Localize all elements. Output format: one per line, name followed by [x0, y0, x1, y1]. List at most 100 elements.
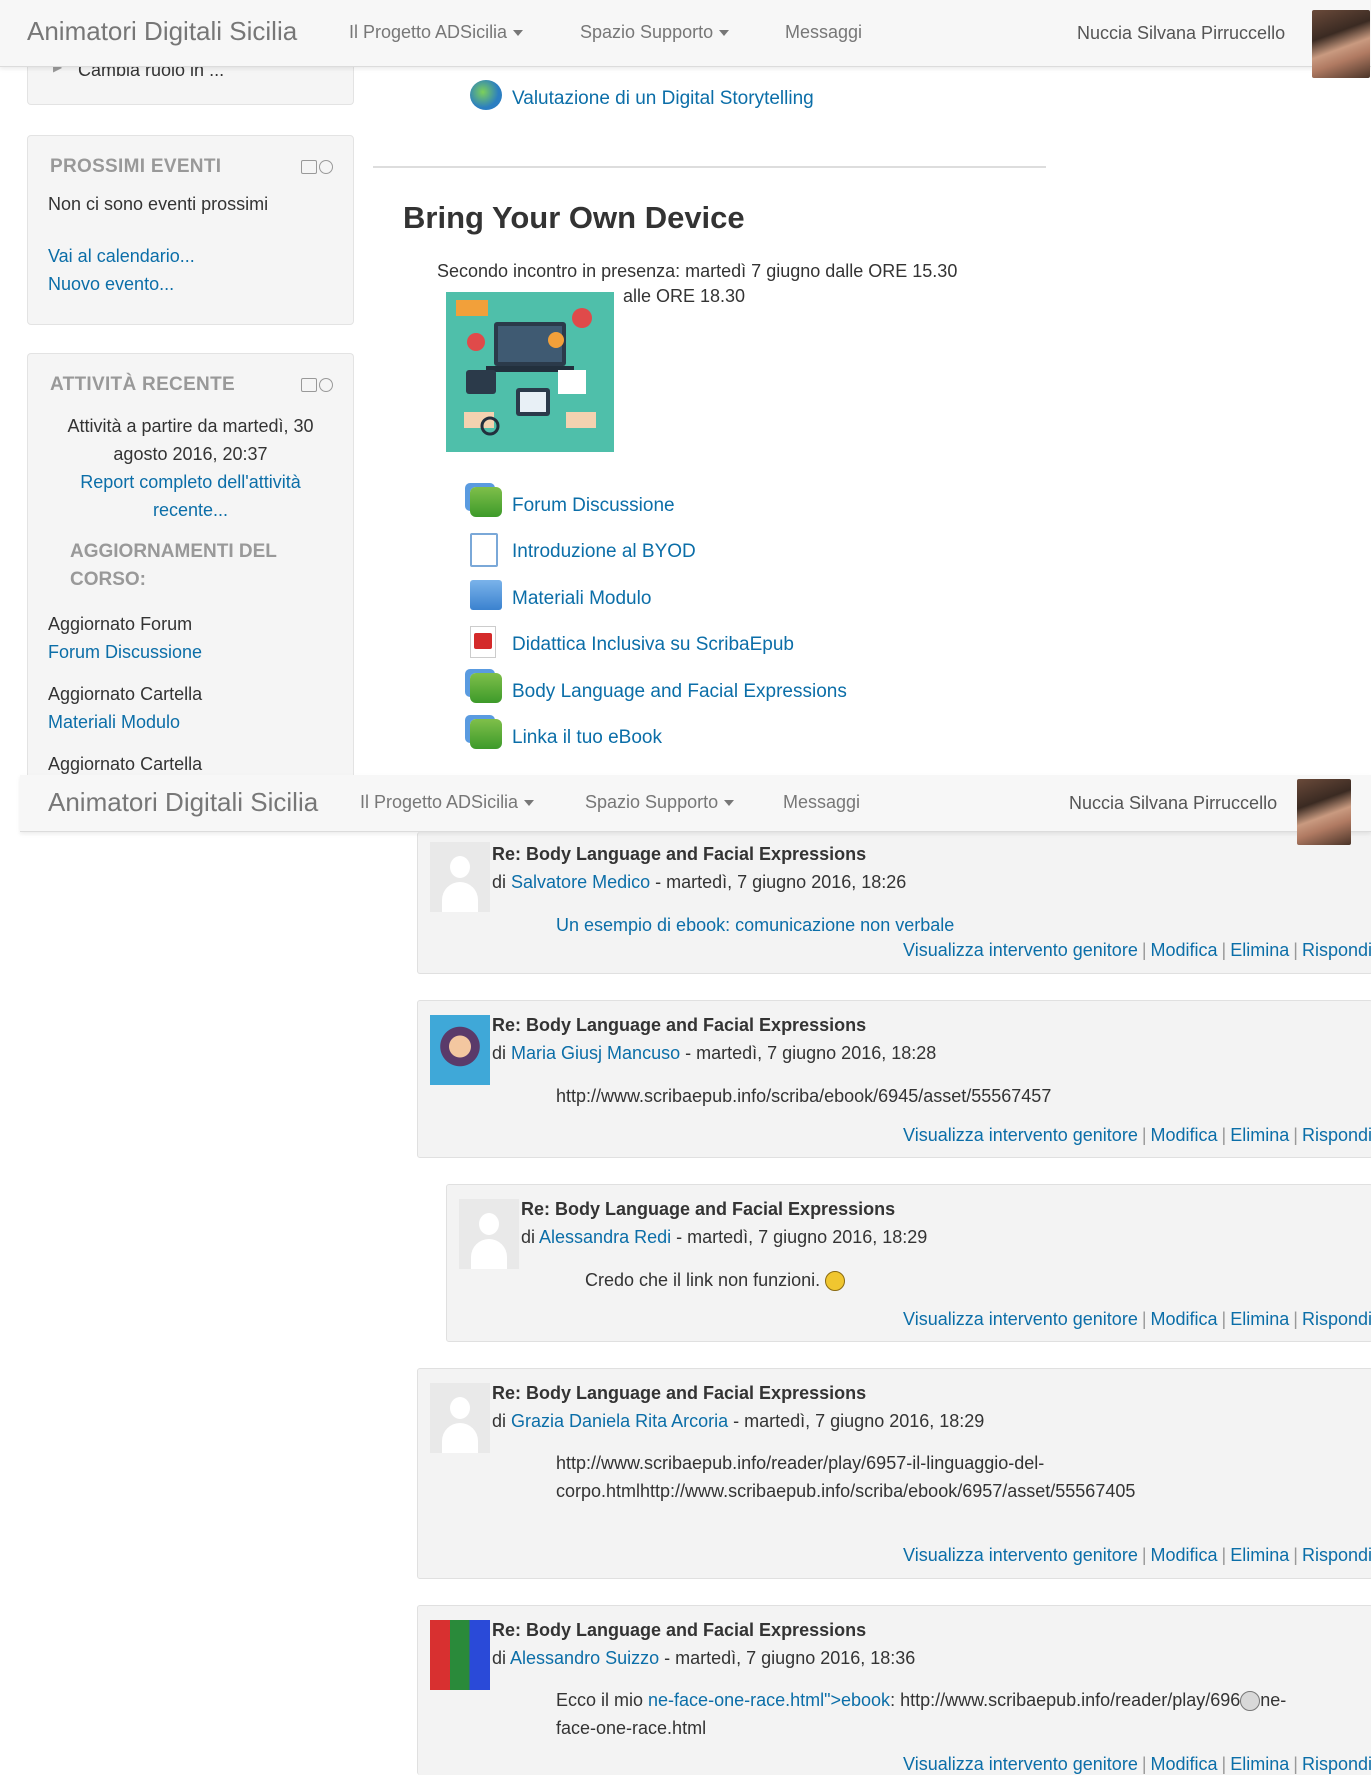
edit-link[interactable]: Modifica: [1151, 1125, 1218, 1145]
new-event-link[interactable]: Nuovo evento...: [48, 274, 174, 295]
minimize-icon[interactable]: [301, 160, 317, 175]
events-block-title: PROSSIMI EVENTI: [50, 156, 222, 177]
section-summary-line2: alle ORE 18.30: [623, 286, 746, 306]
ebook-link[interactable]: ne-face-one-race.html">ebook: [648, 1690, 890, 1710]
course-updates-heading: AGGIORNAMENTI DEL CORSO:: [70, 538, 277, 594]
caret-down-icon: [524, 800, 535, 807]
user-avatar[interactable]: [1297, 779, 1351, 845]
reply-link[interactable]: Rispondi: [1302, 940, 1371, 960]
menu-supporto[interactable]: Spazio Supporto: [580, 22, 730, 43]
menu-messaggi[interactable]: Messaggi: [783, 792, 860, 813]
post-date: - martedì, 7 giugno 2016, 18:29: [728, 1411, 985, 1431]
user-name[interactable]: Nuccia Silvana Pirruccello: [1077, 23, 1285, 44]
dock-icon[interactable]: [319, 160, 333, 175]
update-label: Aggiornato Forum: [48, 614, 193, 634]
user-name[interactable]: Nuccia Silvana Pirruccello: [1069, 793, 1277, 814]
post-subject: Re: Body Language and Facial Expressions: [492, 1015, 867, 1035]
post-author-link[interactable]: Alessandro Suizzo: [510, 1648, 659, 1668]
post-byline: di Maria Giusj Mancuso - martedì, 7 giug…: [492, 1043, 936, 1064]
default-avatar[interactable]: [430, 842, 490, 912]
show-parent-link[interactable]: Visualizza intervento genitore: [903, 940, 1138, 960]
user-picture[interactable]: [430, 1620, 490, 1690]
show-parent-link[interactable]: Visualizza intervento genitore: [903, 1309, 1138, 1329]
post-body-text: http://www.scribaepub.info/reader/play/6…: [556, 1449, 1135, 1505]
post-body-sentence: Credo che il link non funzioni.: [585, 1270, 821, 1290]
dock-icon[interactable]: [319, 378, 333, 393]
site-brand[interactable]: Animatori Digitali Sicilia: [48, 787, 318, 818]
post-author-link[interactable]: Salvatore Medico: [511, 872, 650, 892]
menu-progetto[interactable]: Il Progetto ADSicilia: [349, 22, 524, 43]
caret-down-icon: [724, 800, 735, 807]
block-controls[interactable]: [299, 376, 333, 393]
show-parent-link[interactable]: Visualizza intervento genitore: [903, 1125, 1138, 1145]
menu-messaggi[interactable]: Messaggi: [785, 22, 862, 43]
post-date: - martedì, 7 giugno 2016, 18:26: [650, 872, 907, 892]
separator: |: [1141, 1754, 1147, 1774]
post-body-line1: Ecco il mio ne-face-one-race.html">ebook…: [556, 1686, 1356, 1714]
reply-link[interactable]: Rispondi: [1302, 1309, 1371, 1329]
separator: |: [1221, 1309, 1227, 1329]
folder-icon: [470, 580, 502, 610]
post-body-line1: http://www.scribaepub.info/reader/play/6…: [556, 1453, 1045, 1473]
post-by-prefix: di: [492, 1043, 507, 1063]
delete-link[interactable]: Elimina: [1230, 1754, 1289, 1774]
full-report-link[interactable]: Report completo dell'attività recente...: [28, 468, 353, 524]
calendar-link[interactable]: Vai al calendario...: [48, 246, 195, 267]
activity-label: Materiali Modulo: [512, 588, 652, 609]
post-author-link[interactable]: Grazia Daniela Rita Arcoria: [511, 1411, 728, 1431]
menu-supporto[interactable]: Spazio Supporto: [585, 792, 735, 813]
section-divider: [373, 166, 1046, 168]
post-subject: Re: Body Language and Facial Expressions: [492, 844, 867, 864]
update-link-folder[interactable]: Materiali Modulo: [48, 712, 180, 733]
byod-illustration: [446, 292, 614, 452]
edit-link[interactable]: Modifica: [1151, 1545, 1218, 1565]
post-date: - martedì, 7 giugno 2016, 18:29: [671, 1227, 928, 1247]
post-by-prefix: di: [492, 1411, 507, 1431]
minimize-icon[interactable]: [301, 378, 317, 393]
reply-link[interactable]: Rispondi: [1302, 1545, 1371, 1565]
menu-progetto[interactable]: Il Progetto ADSicilia: [360, 792, 535, 813]
delete-link[interactable]: Elimina: [1230, 1125, 1289, 1145]
forum-post: Re: Body Language and Facial Expressions…: [417, 832, 1371, 974]
edit-link[interactable]: Modifica: [1151, 940, 1218, 960]
post-date: - martedì, 7 giugno 2016, 18:36: [659, 1648, 916, 1668]
user-picture[interactable]: [430, 1015, 490, 1085]
post-body-text: http://www.scribaepub.info/scriba/ebook/…: [556, 1086, 1052, 1106]
edit-link[interactable]: Modifica: [1151, 1754, 1218, 1774]
edit-link[interactable]: Modifica: [1151, 1309, 1218, 1329]
post-commands: Visualizza intervento genitore | Modifica |…: [903, 1545, 1371, 1566]
post-subject: Re: Body Language and Facial Expressions: [492, 1383, 867, 1403]
user-avatar[interactable]: [1312, 10, 1370, 78]
site-brand[interactable]: Animatori Digitali Sicilia: [27, 16, 297, 47]
forum-post: Re: Body Language and Facial Expressions…: [417, 1000, 1371, 1158]
delete-link[interactable]: Elimina: [1230, 1545, 1289, 1565]
activity-label: Body Language and Facial Expressions: [512, 681, 847, 702]
separator: |: [1293, 1125, 1298, 1145]
show-parent-link[interactable]: Visualizza intervento genitore: [903, 1545, 1138, 1565]
post-body-pre: Ecco il mio: [556, 1690, 649, 1710]
forum-icon: [470, 719, 502, 749]
activity-label: Linka il tuo eBook: [512, 727, 662, 748]
update-label: Aggiornato Cartella: [48, 684, 203, 704]
full-report-line2: recente...: [152, 500, 229, 520]
post-byline: di Grazia Daniela Rita Arcoria - martedì…: [492, 1411, 984, 1432]
delete-link[interactable]: Elimina: [1230, 1309, 1289, 1329]
post-author-link[interactable]: Alessandra Redi: [539, 1227, 671, 1247]
menu-supporto-label: Spazio Supporto: [580, 22, 714, 42]
default-avatar[interactable]: [459, 1199, 519, 1269]
post-subject: Re: Body Language and Facial Expressions: [492, 1620, 867, 1640]
default-avatar[interactable]: [430, 1383, 490, 1453]
menu-progetto-label: Il Progetto ADSicilia: [360, 792, 519, 812]
separator: |: [1293, 940, 1298, 960]
course-updates-line1: AGGIORNAMENTI DEL: [70, 541, 277, 562]
reply-link[interactable]: Rispondi: [1302, 1125, 1371, 1145]
post-author-link[interactable]: Maria Giusj Mancuso: [511, 1043, 680, 1063]
block-controls[interactable]: [299, 158, 333, 175]
separator: |: [1141, 1309, 1147, 1329]
post-body-line2: face-one-race.html: [556, 1718, 707, 1738]
show-parent-link[interactable]: Visualizza intervento genitore: [903, 1754, 1138, 1774]
post-body-link[interactable]: Un esempio di ebook: comunicazione non v…: [556, 912, 954, 938]
update-link-forum[interactable]: Forum Discussione: [48, 642, 202, 663]
reply-link[interactable]: Rispondi: [1302, 1754, 1371, 1774]
delete-link[interactable]: Elimina: [1230, 940, 1289, 960]
